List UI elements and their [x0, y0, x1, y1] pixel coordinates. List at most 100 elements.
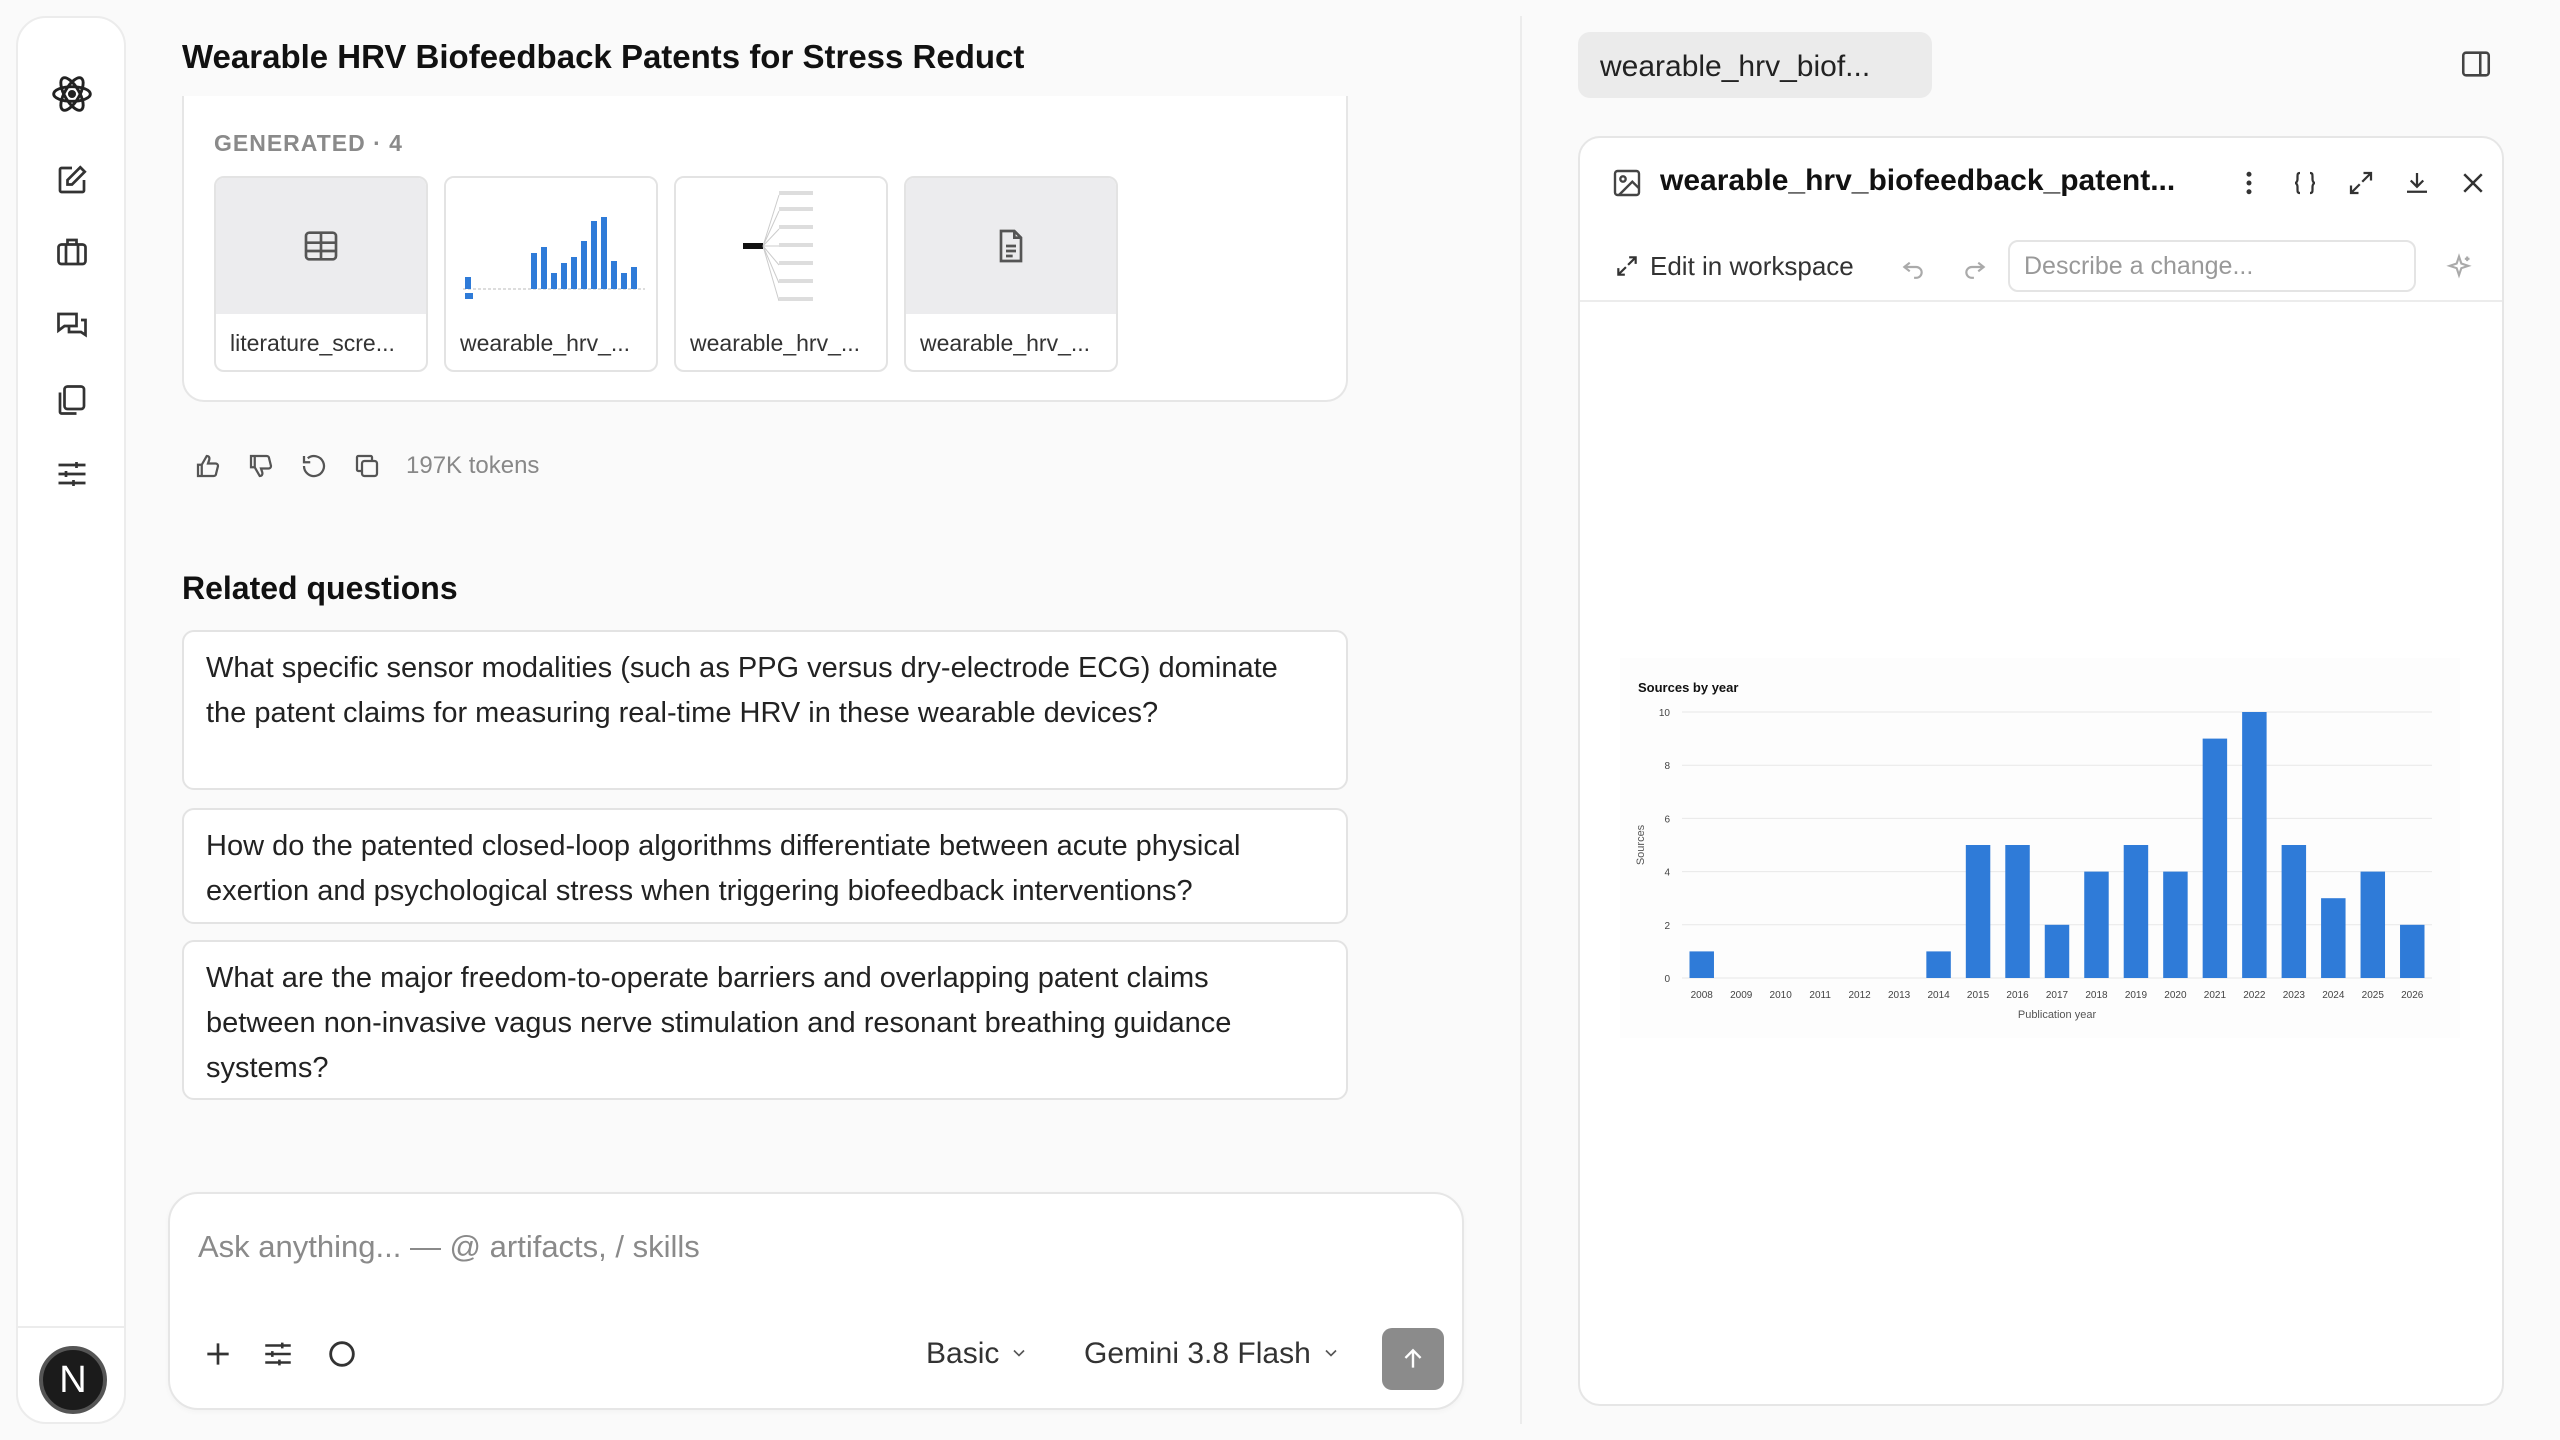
- describe-change-input[interactable]: [2008, 240, 2416, 292]
- token-count: 197K tokens: [406, 452, 540, 479]
- y-tick-label: 8: [1664, 761, 1670, 772]
- chart-bar-2016: [2005, 845, 2030, 978]
- x-tick-label: 2018: [2085, 990, 2108, 1001]
- chats-icon[interactable]: [46, 300, 98, 352]
- x-tick-label: 2024: [2322, 990, 2345, 1001]
- arrow-up-icon: [1404, 1348, 1422, 1368]
- circle-status-icon[interactable]: [320, 1332, 364, 1376]
- viewer-title: wearable_hrv_biofeedback_patent...: [1660, 164, 2176, 197]
- chat-input[interactable]: [198, 1222, 1298, 1272]
- document-icon: [906, 178, 1116, 314]
- x-tick-label: 2021: [2204, 990, 2227, 1001]
- artifact-card-document[interactable]: wearable_hrv_...: [904, 176, 1118, 372]
- artifact-tab[interactable]: wearable_hrv_biof...: [1578, 32, 1932, 98]
- chart-x-label: Publication year: [2018, 1009, 2097, 1021]
- chat-title: Wearable HRV Biofeedback Patents for Str…: [182, 38, 1025, 75]
- chart-bar-2025: [2360, 871, 2386, 978]
- generated-artifacts-card: GENERATED · 4 literature_scre... wearabl…: [182, 96, 1348, 402]
- image-file-icon: [1604, 160, 1650, 206]
- related-question-1[interactable]: What specific sensor modalities (such as…: [182, 630, 1348, 790]
- x-tick-label: 2016: [2006, 990, 2029, 1001]
- chart-bar-2024: [2321, 898, 2346, 978]
- mode-select[interactable]: Basic: [926, 1332, 1029, 1376]
- chart-bar-2014: [1926, 951, 1951, 978]
- x-tick-label: 2023: [2283, 990, 2306, 1001]
- artifact-name: wearable_hrv_...: [460, 330, 631, 356]
- artifact-card-literature[interactable]: literature_scre...: [214, 176, 428, 372]
- chart-bar-2019: [2123, 845, 2149, 978]
- chart-bar-2026: [2400, 924, 2425, 978]
- copy-icon[interactable]: [347, 446, 387, 486]
- chart-title: Sources by year: [1638, 680, 1738, 695]
- atom-logo-icon[interactable]: [46, 68, 98, 120]
- x-tick-label: 2019: [2125, 990, 2148, 1001]
- sources-by-year-chart: Sources by year Sources Publication year…: [1635, 680, 2432, 1021]
- composer: Basic Gemini 3.8 Flash: [168, 1192, 1464, 1410]
- related-question-2[interactable]: How do the patented closed-loop algorith…: [182, 808, 1348, 924]
- column-divider: [1520, 16, 1522, 1424]
- artifact-viewer: wearable_hrv_biofeedback_patent... Edit …: [1578, 136, 2504, 1406]
- briefcase-icon[interactable]: [46, 226, 98, 278]
- y-tick-label: 6: [1664, 814, 1670, 825]
- new-chat-icon[interactable]: [46, 154, 98, 206]
- edit-in-workspace-label: Edit in workspace: [1650, 250, 1854, 281]
- x-tick-label: 2022: [2243, 990, 2266, 1001]
- thumbs-down-icon[interactable]: [241, 446, 281, 486]
- mode-select-value: Basic: [926, 1337, 1000, 1370]
- sparkle-icon[interactable]: [2436, 244, 2482, 290]
- x-tick-label: 2013: [1888, 990, 1911, 1001]
- chart-bar-2008: [1689, 951, 1714, 978]
- artifact-card-diagram[interactable]: wearable_hrv_...: [674, 176, 888, 372]
- settings-sliders-icon[interactable]: [46, 448, 98, 500]
- x-tick-label: 2012: [1849, 990, 1872, 1001]
- documents-icon[interactable]: [46, 374, 98, 426]
- viewer-toolbar: Edit in workspace: [1580, 230, 2502, 302]
- table-icon: [216, 178, 426, 314]
- send-button[interactable]: [1382, 1328, 1444, 1390]
- x-tick-label: 2011: [1809, 990, 1831, 1001]
- left-rail: N: [16, 16, 126, 1424]
- artifact-card-chart[interactable]: wearable_hrv_...: [444, 176, 658, 372]
- chart-bar-2023: [2281, 845, 2307, 978]
- model-select-value: Gemini 3.8 Flash: [1084, 1337, 1311, 1370]
- x-tick-label: 2010: [1770, 990, 1793, 1001]
- edit-in-workspace-button[interactable]: Edit in workspace: [1614, 244, 1854, 288]
- redo-icon[interactable]: [1952, 244, 1998, 290]
- related-questions-title: Related questions: [182, 570, 458, 606]
- x-tick-label: 2009: [1730, 990, 1753, 1001]
- thumbs-up-icon[interactable]: [188, 446, 228, 486]
- x-tick-label: 2017: [2046, 990, 2069, 1001]
- chart-thumbnail-icon: [446, 178, 656, 314]
- related-question-3[interactable]: What are the major freedom-to-operate ba…: [182, 940, 1348, 1100]
- expand-icon[interactable]: [2338, 160, 2384, 206]
- y-tick-label: 0: [1664, 974, 1670, 985]
- artifact-name: wearable_hrv_...: [920, 330, 1091, 356]
- x-tick-label: 2008: [1691, 990, 1714, 1001]
- retry-icon[interactable]: [294, 446, 334, 486]
- undo-icon[interactable]: [1890, 244, 1936, 290]
- panel-toggle-icon[interactable]: [2454, 42, 2498, 86]
- diagram-thumbnail-icon: [676, 178, 886, 314]
- x-tick-label: 2026: [2401, 990, 2424, 1001]
- artifact-name: literature_scre...: [230, 330, 395, 356]
- chart-y-label: Sources: [1635, 824, 1647, 865]
- artifact-name: wearable_hrv_...: [690, 330, 861, 356]
- chevron-down-icon: [1321, 1337, 1341, 1371]
- user-avatar[interactable]: N: [39, 1346, 107, 1414]
- x-tick-label: 2025: [2362, 990, 2385, 1001]
- more-vertical-icon[interactable]: [2226, 160, 2272, 206]
- y-tick-label: 2: [1664, 921, 1670, 932]
- add-icon[interactable]: [196, 1332, 240, 1376]
- chart-bar-2021: [2202, 738, 2228, 978]
- x-tick-label: 2014: [1927, 990, 1950, 1001]
- rail-divider: [18, 1326, 124, 1328]
- chart-bar-2015: [1965, 845, 1991, 978]
- code-braces-icon[interactable]: [2282, 160, 2328, 206]
- tools-sliders-icon[interactable]: [256, 1332, 300, 1376]
- model-select[interactable]: Gemini 3.8 Flash: [1084, 1332, 1341, 1376]
- chevron-down-icon: [1009, 1337, 1029, 1371]
- x-tick-label: 2020: [2164, 990, 2187, 1001]
- close-icon[interactable]: [2450, 160, 2496, 206]
- download-icon[interactable]: [2394, 160, 2440, 206]
- viewer-header: wearable_hrv_biofeedback_patent...: [1580, 138, 2502, 230]
